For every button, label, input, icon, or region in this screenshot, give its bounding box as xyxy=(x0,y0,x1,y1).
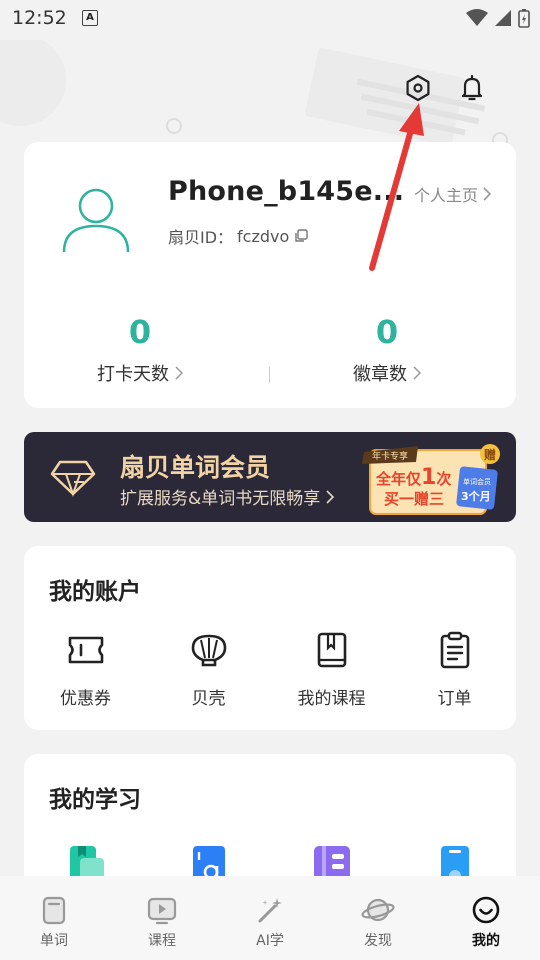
coupon-icon xyxy=(68,636,103,664)
vip-title: 扇贝单词会员 xyxy=(120,453,271,482)
user-id-row[interactable]: 扇贝ID： fczdvo xyxy=(168,224,309,248)
diamond-icon xyxy=(50,460,96,498)
tab-mine-label: 我的 xyxy=(472,933,500,949)
signal-icon xyxy=(495,10,511,26)
tab-courses-label: 课程 xyxy=(148,933,176,949)
tab-courses[interactable]: 课程 xyxy=(108,876,216,960)
settings-button[interactable] xyxy=(402,72,434,104)
checkin-days-stat[interactable]: 0 打卡天数 xyxy=(60,314,220,386)
user-id-label: 扇贝ID： xyxy=(168,228,234,247)
avatar[interactable] xyxy=(60,182,132,254)
shell-entry[interactable]: 贝壳 xyxy=(147,628,270,709)
homepage-link[interactable]: 个人主页 xyxy=(414,182,492,206)
coupon-label: 优惠券 xyxy=(60,689,111,709)
battery-icon xyxy=(518,9,530,28)
tab-ai-learn-label: AI学 xyxy=(256,933,284,949)
promo-ticket-big: 3个月 xyxy=(461,489,491,503)
vip-membership-banner[interactable]: 扇贝单词会员 扩展服务&单词书无限畅享 年卡专享 全年仅1次 买一赠三 单词会员… xyxy=(24,432,516,522)
tab-mine[interactable]: 我的 xyxy=(432,876,540,960)
promo-ticket-small: 单词会员 xyxy=(463,477,491,486)
tab-discover[interactable]: 发现 xyxy=(324,876,432,960)
badges-stat[interactable]: 0 徽章数 xyxy=(307,314,467,386)
user-id-value: fczdvo xyxy=(237,226,290,246)
my-courses-label: 我的课程 xyxy=(297,689,366,709)
order-clipboard-icon xyxy=(440,631,469,669)
word-tab-icon xyxy=(42,896,66,925)
promo-line1-pre: 全年仅 xyxy=(375,470,422,488)
checkin-days-value: 0 xyxy=(128,313,152,351)
coupon-entry[interactable]: 优惠券 xyxy=(24,628,147,709)
copy-icon[interactable] xyxy=(293,228,309,244)
course-book-icon xyxy=(317,632,346,668)
my-courses-entry[interactable]: 我的课程 xyxy=(270,628,393,709)
vip-subtitle-row: 扩展服务&单词书无限畅享 xyxy=(120,484,335,509)
checkin-days-label: 打卡天数 xyxy=(97,364,169,385)
stat-divider xyxy=(269,367,270,383)
tab-ai-learn[interactable]: AI学 xyxy=(216,876,324,960)
account-title: 我的账户 xyxy=(49,579,141,605)
chevron-right-icon xyxy=(413,366,421,380)
study-title: 我的学习 xyxy=(49,787,141,813)
status-bar: 12:52 A xyxy=(0,0,540,38)
account-grid: 优惠券 贝壳 我的课程 订单 xyxy=(24,628,516,709)
promo-tag: 年卡专享 xyxy=(372,450,408,462)
bell-icon xyxy=(461,74,483,101)
badges-value: 0 xyxy=(375,313,399,351)
chevron-right-icon xyxy=(483,187,492,201)
homepage-label: 个人主页 xyxy=(413,186,478,205)
chevron-right-icon xyxy=(175,366,183,380)
username: Phone_b145e... xyxy=(168,176,405,207)
header-actions xyxy=(402,72,488,104)
notification-button[interactable] xyxy=(456,72,488,104)
promo-badge[interactable]: 年卡专享 全年仅1次 买一赠三 单词会员 3个月 赠 xyxy=(362,440,502,518)
chevron-right-icon xyxy=(326,489,335,504)
settings-hexagon-icon xyxy=(406,74,430,102)
shell-icon xyxy=(191,634,226,667)
badges-label: 徽章数 xyxy=(353,364,407,385)
planet-icon xyxy=(361,898,395,922)
play-tab-icon xyxy=(147,897,177,925)
wifi-icon xyxy=(466,9,488,26)
tab-words[interactable]: 单词 xyxy=(0,876,108,960)
tab-words-label: 单词 xyxy=(40,933,68,949)
status-time: 12:52 xyxy=(12,7,67,29)
promo-line1-num: 1 xyxy=(421,465,436,490)
orders-entry[interactable]: 订单 xyxy=(393,628,516,709)
notification-a-icon: A xyxy=(82,10,98,26)
orders-label: 订单 xyxy=(437,689,472,709)
promo-corner: 赠 xyxy=(484,447,496,462)
magic-wand-icon xyxy=(258,898,282,923)
shell-label: 贝壳 xyxy=(191,689,226,709)
promo-line2: 买一赠三 xyxy=(384,490,444,508)
account-card: 我的账户 优惠券 贝壳 我的课程 订单 xyxy=(24,546,516,730)
vip-subtitle: 扩展服务&单词书无限畅享 xyxy=(120,489,321,509)
smile-face-icon xyxy=(472,896,500,924)
tab-discover-label: 发现 xyxy=(364,933,392,949)
profile-card: Phone_b145e... 扇贝ID： fczdvo 个人主页 0 打卡天数 … xyxy=(24,142,516,408)
bottom-tab-bar: 单词 课程 AI学 发现 我的 xyxy=(0,876,540,960)
status-icons xyxy=(466,8,530,28)
promo-line1-post: 次 xyxy=(436,470,451,488)
